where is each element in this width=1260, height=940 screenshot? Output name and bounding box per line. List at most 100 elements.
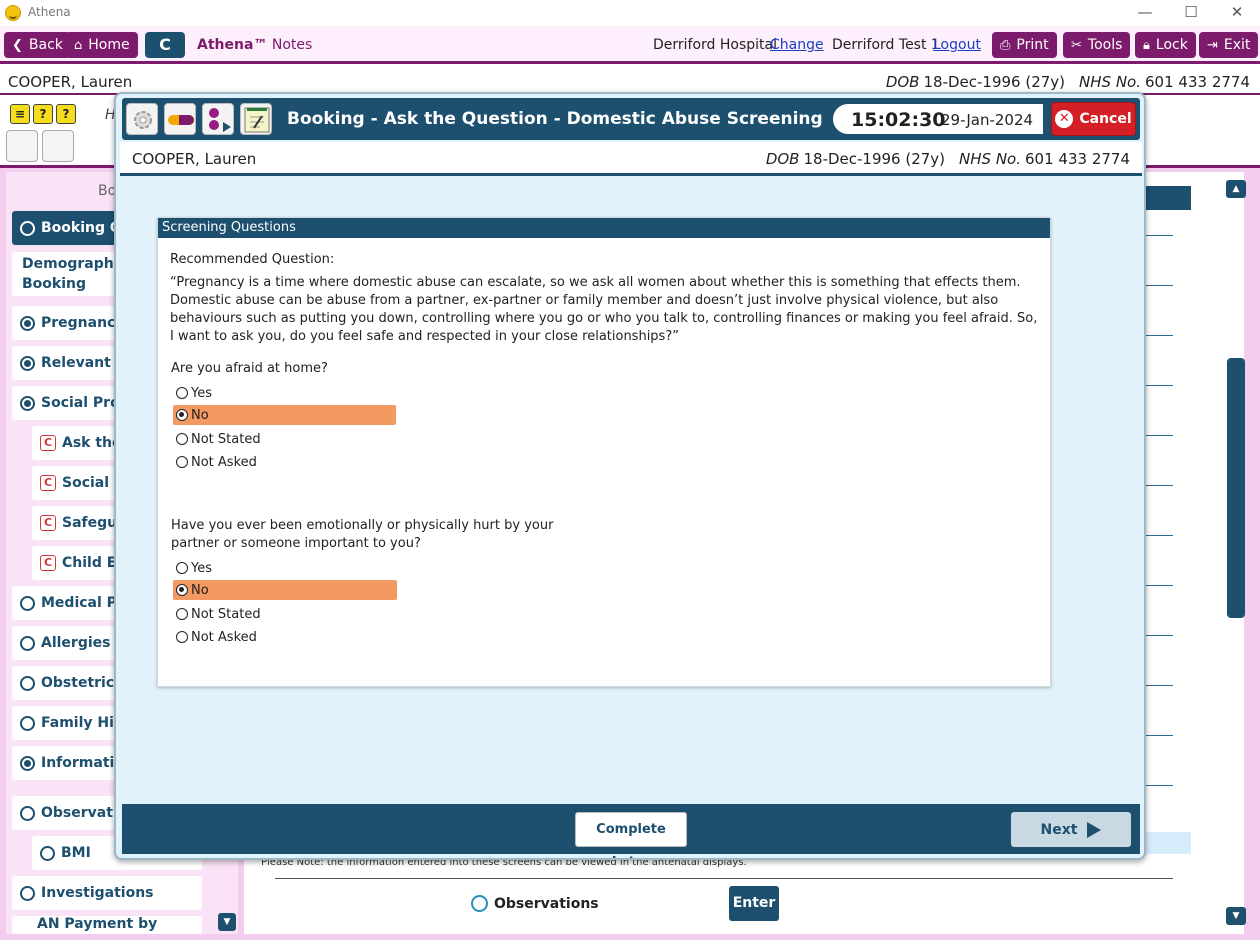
background-tiles (6, 130, 74, 162)
back-button[interactable]: ❮ Back (4, 32, 71, 58)
next-button[interactable]: Next (1011, 812, 1131, 847)
clock-time: 15:02:30 (851, 109, 946, 131)
print-button[interactable]: ⎙ Print (992, 32, 1057, 58)
sidebar-item-label: Investigations (41, 885, 154, 901)
question-icon[interactable]: ? (56, 104, 76, 124)
mother-baby-icon[interactable] (202, 103, 234, 135)
divider (275, 878, 1173, 879)
notes-icon[interactable] (240, 103, 272, 135)
dob-label: DOB (885, 73, 920, 91)
close-window-icon[interactable]: ✕ (1214, 2, 1260, 24)
radio-icon (176, 562, 188, 574)
minimize-icon[interactable]: — (1122, 2, 1168, 24)
list-icon[interactable]: ≡ (10, 104, 30, 124)
observations-option[interactable]: Observations (471, 895, 599, 912)
logout-link[interactable]: Logout (933, 37, 981, 53)
maximize-icon[interactable]: ☐ (1168, 2, 1214, 24)
patient-demographics: DOB 18-Dec-1996 (27y) NHS No. 601 433 2774 (886, 73, 1250, 91)
brand-suffix: Notes (271, 37, 313, 53)
radio-icon (176, 433, 188, 445)
q1-option-not-stated[interactable]: Not Stated (173, 429, 397, 449)
gear-tile-icon[interactable] (6, 130, 38, 162)
nhs-label: NHS No. (1079, 73, 1142, 91)
screening-dialog: Booking - Ask the Question - Domestic Ab… (114, 92, 1146, 860)
option-label: Not Stated (191, 606, 261, 622)
radio-checked-icon (176, 409, 188, 421)
radio-icon (20, 355, 35, 371)
gear-icon[interactable] (126, 103, 158, 135)
cancel-icon: ✕ (1055, 110, 1074, 128)
option-label: Not Stated (191, 431, 261, 447)
scroll-down-icon[interactable]: ▼ (1226, 907, 1246, 925)
window-titlebar: Athena — ☐ ✕ (0, 0, 1260, 26)
q2-option-yes[interactable]: Yes (173, 558, 397, 578)
question-1-text: Are you afraid at home? (171, 361, 328, 376)
c-icon: C (40, 555, 56, 571)
pill-icon[interactable] (164, 103, 196, 135)
help-icon[interactable]: ? (33, 104, 53, 124)
q2-option-no[interactable]: No (173, 580, 397, 600)
nhs-value: 601 433 2774 (1025, 150, 1130, 168)
sidebar-item-an-payment[interactable]: AN Payment by (12, 916, 202, 934)
radio-icon (20, 395, 35, 411)
radio-icon (20, 675, 35, 691)
scroll-up-icon[interactable]: ▲ (1226, 180, 1246, 198)
hospital-name: Derriford Hospital (653, 37, 778, 53)
q1-option-not-asked[interactable]: Not Asked (173, 452, 397, 472)
nhs-label: NHS No. (959, 150, 1022, 168)
exit-button[interactable]: ⇥ Exit (1199, 32, 1259, 58)
chevron-left-icon: ❮ (12, 37, 23, 53)
q2-option-not-stated[interactable]: Not Stated (173, 604, 397, 624)
q1-option-yes[interactable]: Yes (173, 383, 397, 403)
dialog-header: Booking - Ask the Question - Domestic Ab… (122, 98, 1140, 140)
home-button[interactable]: ⌂ Home (66, 32, 138, 58)
radio-icon (20, 595, 35, 611)
radio-icon (471, 895, 488, 912)
brand-name: Athena™ (197, 37, 268, 53)
radio-icon (20, 715, 35, 731)
radio-checked-icon (176, 584, 188, 596)
sidebar-item-investigations[interactable]: Investigations (12, 876, 202, 910)
arrow-right-icon (1087, 821, 1102, 838)
printer-icon: ⎙ (1000, 37, 1011, 53)
q2-option-not-asked[interactable]: Not Asked (173, 627, 397, 647)
next-label: Next (1040, 821, 1078, 838)
radio-icon (20, 885, 35, 901)
scrollbar-thumb[interactable] (1227, 358, 1245, 618)
radio-icon (176, 608, 188, 620)
c-button[interactable]: C (145, 32, 185, 58)
lock-button[interactable]: 🔒︎ Lock (1135, 32, 1196, 58)
option-label: No (191, 582, 209, 598)
radio-icon (176, 456, 188, 468)
patient-name: COOPER, Lauren (132, 150, 257, 168)
q1-option-no[interactable]: No (173, 405, 396, 425)
c-icon: C (40, 515, 56, 531)
main-panel-header (1140, 186, 1191, 210)
complete-later-button[interactable]: Complete Later (575, 812, 687, 858)
enter-button[interactable]: Enter (729, 886, 779, 921)
lock-label: Lock (1155, 37, 1188, 53)
screening-questions-card: Screening Questions Recommended Question… (157, 217, 1051, 687)
tools-icon: ✂ (1071, 37, 1082, 53)
radio-icon (40, 845, 55, 861)
quick-icons: ≡ ? ? (10, 104, 76, 124)
note-strip (1140, 832, 1191, 854)
recommended-question-text: “Pregnancy is a time where domestic abus… (170, 275, 1038, 344)
tools-button[interactable]: ✂ Tools (1063, 32, 1131, 58)
athena-logo-icon (5, 5, 21, 21)
home-icon: ⌂ (74, 37, 83, 53)
app-brand: Athena™ Notes (197, 37, 312, 53)
radio-icon (20, 755, 35, 771)
sidebar-scroll-down-icon[interactable]: ▼ (218, 913, 236, 931)
sidebar-item-label: BMI (61, 845, 91, 861)
pill-tile-icon[interactable] (42, 130, 74, 162)
sidebar-item-label: Allergies (41, 635, 111, 651)
change-hospital-link[interactable]: Change (770, 37, 824, 53)
c-icon: C (40, 475, 56, 491)
observations-label: Observations (494, 895, 599, 912)
tools-label: Tools (1087, 37, 1123, 53)
dob-value: 18-Dec-1996 (27y) (923, 73, 1066, 91)
cancel-button[interactable]: ✕ Cancel (1051, 102, 1136, 136)
dialog-patient-banner: COOPER, Lauren DOB 18-Dec-1996 (27y) NHS N… (120, 142, 1142, 176)
cancel-label: Cancel (1079, 111, 1132, 127)
